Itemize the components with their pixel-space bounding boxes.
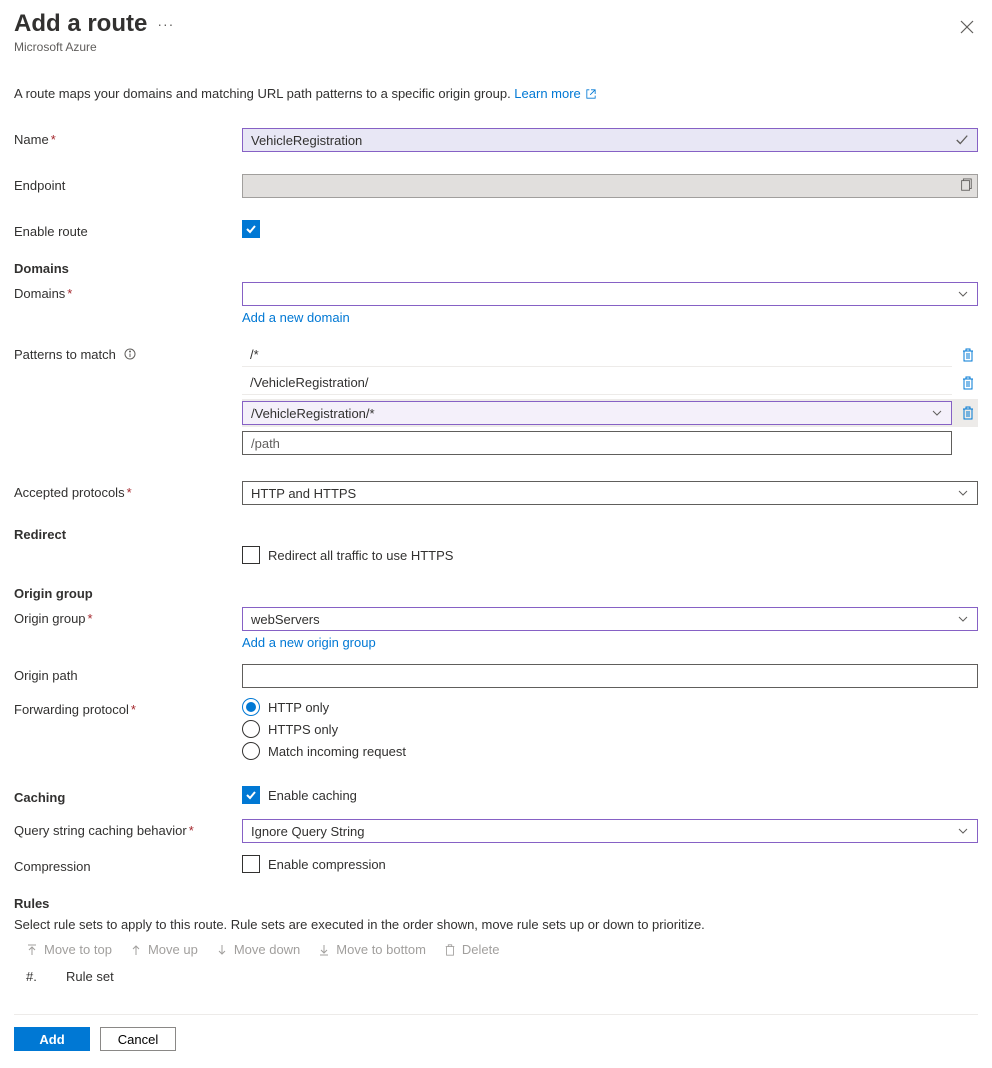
info-icon[interactable] xyxy=(124,348,136,363)
forwarding-protocol-radio-http[interactable] xyxy=(242,698,260,716)
pattern-item[interactable]: /* xyxy=(242,343,952,367)
move-bottom-button[interactable]: Move to bottom xyxy=(318,942,426,957)
accepted-protocols-dropdown[interactable]: HTTP and HTTPS xyxy=(242,481,978,505)
pattern-item[interactable]: /VehicleRegistration/ xyxy=(242,371,952,395)
check-icon xyxy=(955,133,969,147)
pattern-item-active[interactable]: /VehicleRegistration/* xyxy=(242,401,952,425)
forwarding-protocol-radio-https[interactable] xyxy=(242,720,260,738)
radio-label: HTTPS only xyxy=(268,722,338,737)
enable-caching-checkbox[interactable] xyxy=(242,786,260,804)
close-button[interactable] xyxy=(956,16,978,41)
close-icon xyxy=(960,20,974,34)
external-link-icon xyxy=(586,87,596,102)
redirect-https-label: Redirect all traffic to use HTTPS xyxy=(268,548,453,563)
delete-pattern-button[interactable] xyxy=(958,406,978,420)
rules-toolbar: Move to top Move up Move down Move to bo… xyxy=(14,942,978,957)
panel-title: Add a route xyxy=(14,10,147,38)
origin-group-label: Origin group* xyxy=(14,607,242,626)
enable-route-label: Enable route xyxy=(14,220,242,239)
chevron-down-icon xyxy=(957,487,969,499)
col-num-header: #. xyxy=(26,969,66,984)
more-icon[interactable]: ··· xyxy=(157,16,174,32)
origin-group-dropdown[interactable]: webServers xyxy=(242,607,978,631)
enable-caching-label: Enable caching xyxy=(268,788,357,803)
add-domain-link[interactable]: Add a new domain xyxy=(242,310,350,325)
origin-path-label: Origin path xyxy=(14,664,242,683)
enable-compression-label: Enable compression xyxy=(268,857,386,872)
endpoint-input xyxy=(242,174,978,198)
add-origin-group-link[interactable]: Add a new origin group xyxy=(242,635,376,650)
caching-heading: Caching xyxy=(14,786,242,805)
name-label: Name* xyxy=(14,128,242,147)
origin-group-heading: Origin group xyxy=(14,586,978,601)
patterns-label: Patterns to match xyxy=(14,343,242,363)
query-caching-dropdown[interactable]: Ignore Query String xyxy=(242,819,978,843)
rules-heading: Rules xyxy=(14,896,978,911)
learn-more-link[interactable]: Learn more xyxy=(514,86,580,101)
origin-path-input[interactable] xyxy=(242,664,978,688)
forwarding-protocol-label: Forwarding protocol* xyxy=(14,698,242,717)
redirect-https-checkbox[interactable] xyxy=(242,546,260,564)
add-button[interactable]: Add xyxy=(14,1027,90,1051)
redirect-heading: Redirect xyxy=(14,527,978,542)
enable-compression-checkbox[interactable] xyxy=(242,855,260,873)
move-down-button[interactable]: Move down xyxy=(216,942,300,957)
rules-table-header: #. Rule set xyxy=(14,969,978,984)
rules-subtext: Select rule sets to apply to this route.… xyxy=(14,917,978,932)
endpoint-label: Endpoint xyxy=(14,174,242,193)
domains-dropdown[interactable] xyxy=(242,282,978,306)
move-up-button[interactable]: Move up xyxy=(130,942,198,957)
enable-route-checkbox[interactable] xyxy=(242,220,260,238)
domains-label: Domains* xyxy=(14,282,242,301)
compression-label: Compression xyxy=(14,855,242,874)
chevron-down-icon xyxy=(931,407,943,419)
delete-pattern-button[interactable] xyxy=(958,348,978,362)
cancel-button[interactable]: Cancel xyxy=(100,1027,176,1051)
domains-heading: Domains xyxy=(14,261,978,276)
radio-label: Match incoming request xyxy=(268,744,406,759)
delete-pattern-button[interactable] xyxy=(958,376,978,390)
chevron-down-icon xyxy=(957,825,969,837)
panel-header: Add a route ··· Microsoft Azure xyxy=(14,10,978,54)
copy-icon[interactable] xyxy=(959,178,973,195)
path-input[interactable]: /path xyxy=(242,431,952,455)
description-text: A route maps your domains and matching U… xyxy=(14,86,978,102)
chevron-down-icon xyxy=(957,613,969,625)
radio-label: HTTP only xyxy=(268,700,329,715)
panel-subtitle: Microsoft Azure xyxy=(14,40,174,54)
chevron-down-icon xyxy=(957,288,969,300)
forwarding-protocol-radio-match[interactable] xyxy=(242,742,260,760)
delete-button[interactable]: Delete xyxy=(444,942,500,957)
name-input[interactable]: VehicleRegistration xyxy=(242,128,978,152)
accepted-protocols-label: Accepted protocols* xyxy=(14,481,242,500)
move-top-button[interactable]: Move to top xyxy=(26,942,112,957)
query-caching-label: Query string caching behavior* xyxy=(14,819,242,838)
col-ruleset-header: Rule set xyxy=(66,969,114,984)
